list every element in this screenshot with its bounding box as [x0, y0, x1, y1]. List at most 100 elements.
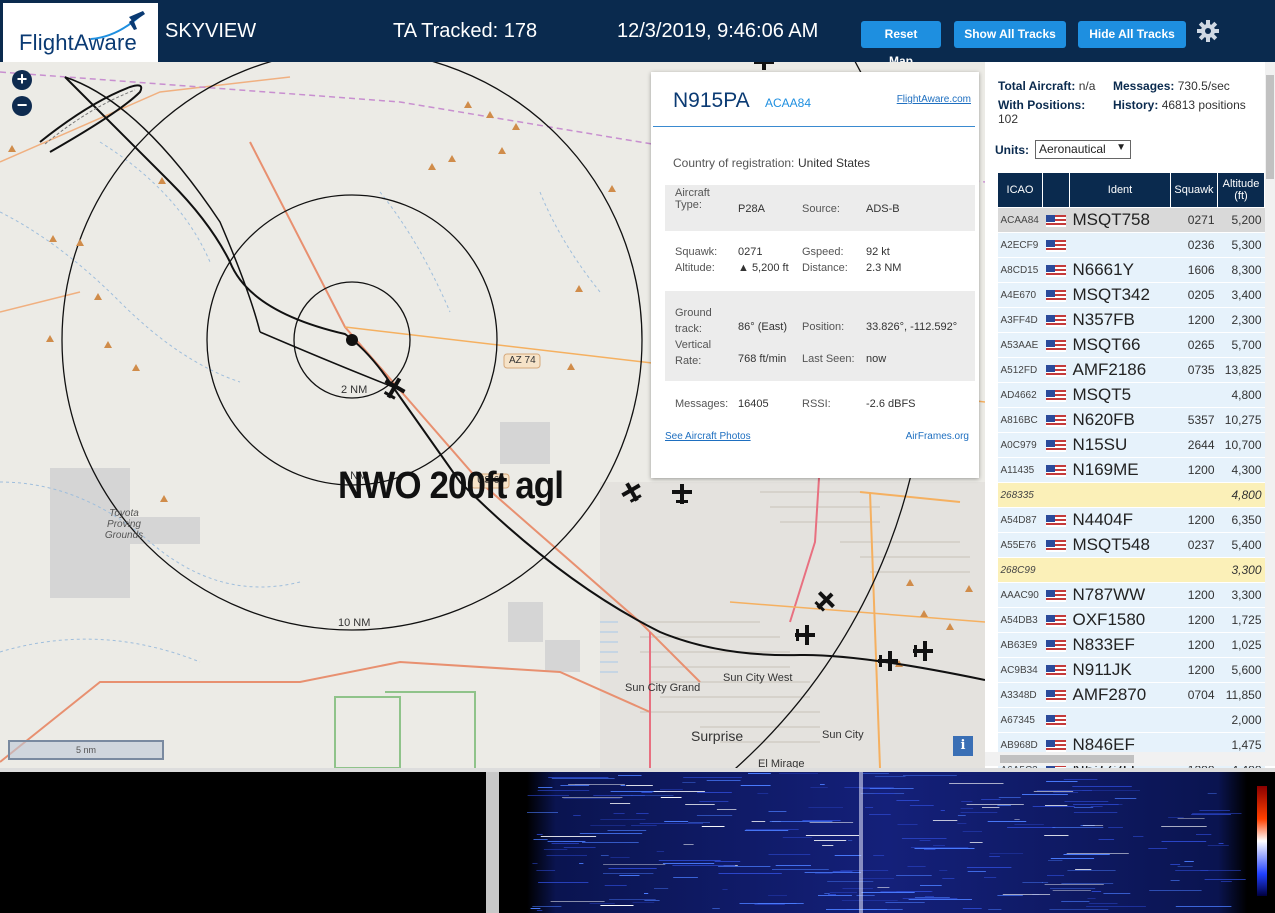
col-flag[interactable] — [1042, 172, 1070, 208]
table-row[interactable]: AAAC90 N787WW 1200 3,300 — [997, 582, 1265, 608]
waterfall-streak — [820, 784, 825, 785]
table-row[interactable]: A67345 2,000 — [997, 707, 1265, 733]
table-row[interactable]: A53AAE MSQT66 0265 5,700 — [997, 332, 1265, 358]
waterfall-streak — [810, 787, 828, 788]
app-name: SKYVIEW — [165, 20, 257, 42]
waterfall-streak — [896, 891, 932, 892]
aircraft-photos-link[interactable]: See Aircraft Photos — [665, 431, 751, 442]
gear-icon[interactable] — [1196, 19, 1220, 43]
airframes-link[interactable]: AirFrames.org — [906, 431, 969, 442]
waterfall-streak — [590, 825, 626, 826]
waterfall-streak — [861, 892, 915, 893]
aircraft-icon[interactable] — [813, 589, 837, 613]
waterfall-streak — [775, 865, 811, 866]
table-row[interactable]: 268335 4,800 — [997, 482, 1265, 508]
table-row[interactable]: A11435 N169ME 1200 4,300 — [997, 457, 1265, 483]
with-positions: With Positions: 102 — [998, 98, 1103, 126]
table-row[interactable]: AD4662 MSQT5 4,800 — [997, 382, 1265, 408]
table-row[interactable]: 268C99 3,300 — [997, 557, 1265, 583]
horizontal-scroll-thumb[interactable] — [1000, 755, 1134, 763]
col-icao[interactable]: ICAO — [997, 172, 1043, 208]
range-label-2nm: 2 NM — [341, 384, 368, 396]
aircraft-icon[interactable] — [670, 482, 694, 506]
waterfall-streak — [869, 788, 914, 789]
waterfall-streak — [653, 791, 705, 792]
reset-map-button[interactable]: Reset Map — [861, 21, 941, 68]
zoom-in-button[interactable]: + — [12, 70, 32, 90]
table-row[interactable]: A8CD15 N6661Y 1606 8,300 — [997, 257, 1265, 283]
us-flag-icon — [1045, 514, 1066, 527]
waterfall-streak — [538, 882, 589, 883]
col-squawk[interactable]: Squawk — [1170, 172, 1218, 208]
popup-icao[interactable]: ACAA84 — [765, 96, 811, 110]
waterfall-streak — [533, 839, 548, 840]
altitude-cell: 4,800 — [1217, 482, 1265, 508]
waterfall-streak — [1063, 854, 1110, 855]
waterfall-streak — [1207, 845, 1229, 846]
flightaware-link[interactable]: FlightAware.com — [897, 94, 971, 105]
waterfall-streak — [901, 838, 947, 839]
waterfall-streak — [1161, 826, 1207, 827]
waterfall-streak — [808, 807, 843, 808]
waterfall-streak — [672, 865, 736, 866]
table-row[interactable]: ACAA84 MSQT758 0271 5,200 — [997, 207, 1265, 233]
zoom-out-button[interactable]: − — [12, 96, 32, 116]
waterfall-streak — [1044, 884, 1104, 885]
waterfall-streak — [827, 881, 874, 882]
table-row[interactable]: A3348D AMF2870 0704 11,850 — [997, 682, 1265, 708]
table-row[interactable]: A55E76 MSQT548 0237 5,400 — [997, 532, 1265, 558]
waterfall-streak — [685, 804, 715, 805]
table-row[interactable]: A2ECF9 0236 5,300 — [997, 232, 1265, 258]
waterfall-streak — [745, 829, 799, 830]
flag-cell — [1042, 457, 1070, 483]
table-row[interactable]: A816BC N620FB 5357 10,275 — [997, 407, 1265, 433]
waterfall-streak — [962, 908, 982, 909]
hide-all-tracks-button[interactable]: Hide All Tracks — [1078, 21, 1186, 48]
panel-divider-handle[interactable] — [486, 772, 499, 913]
altitude-cell: 13,825 — [1217, 357, 1265, 383]
waterfall-streak — [822, 845, 834, 846]
table-row[interactable]: A512FD AMF2186 0735 13,825 — [997, 357, 1265, 383]
units-select[interactable]: Aeronautical ▼ — [1035, 140, 1131, 159]
aircraft-icon[interactable] — [793, 623, 817, 647]
icao-cell: AB63E9 — [997, 632, 1043, 658]
vertical-scroll-thumb[interactable] — [1266, 75, 1274, 179]
col-altitude[interactable]: Altitude (ft) — [1217, 172, 1265, 208]
waterfall-streak — [903, 775, 957, 776]
squawk-cell: 0704 — [1170, 682, 1218, 708]
show-all-tracks-button[interactable]: Show All Tracks — [954, 21, 1066, 48]
waterfall-streak — [826, 909, 888, 910]
selected-aircraft-icon[interactable] — [381, 375, 407, 401]
table-row[interactable]: A3FF4D N357FB 1200 2,300 — [997, 307, 1265, 333]
icao-cell: A4E670 — [997, 282, 1043, 308]
col-ident[interactable]: Ident — [1069, 172, 1171, 208]
gspeed-label: Gspeed: — [802, 246, 844, 258]
table-row[interactable]: A54DB3 OXF1580 1200 1,725 — [997, 607, 1265, 633]
waterfall-graphic — [527, 772, 1267, 913]
table-row[interactable]: A4E670 MSQT342 0205 3,400 — [997, 282, 1265, 308]
table-row[interactable]: A54D87 N4404F 1200 6,350 — [997, 507, 1265, 533]
waterfall-streak — [751, 821, 766, 822]
flag-cell — [1042, 432, 1070, 458]
waterfall-streak — [644, 900, 660, 901]
waterfall-streak — [848, 840, 853, 841]
altitude-cell: 3,300 — [1217, 582, 1265, 608]
flightaware-logo[interactable]: FlightAware — [3, 3, 158, 62]
aircraft-icon[interactable] — [911, 639, 935, 663]
waterfall-streak — [1103, 893, 1131, 894]
waterfall-streak — [841, 900, 898, 901]
waterfall-streak — [696, 815, 733, 816]
table-row[interactable]: A0C979 N15SU 2644 10,700 — [997, 432, 1265, 458]
altitude-cell: 5,600 — [1217, 657, 1265, 683]
waterfall-streak — [988, 909, 1002, 910]
flag-cell — [1042, 482, 1070, 508]
table-row[interactable]: AC9B34 N911JK 1200 5,600 — [997, 657, 1265, 683]
table-row[interactable]: AB63E9 N833EF 1200 1,025 — [997, 632, 1265, 658]
ident-cell: N15SU — [1069, 432, 1171, 458]
distance-label: Distance: — [802, 262, 848, 274]
aircraft-icon[interactable] — [620, 480, 644, 504]
flag-cell — [1042, 657, 1070, 683]
flag-cell — [1042, 707, 1070, 733]
aircraft-icon[interactable] — [876, 649, 900, 673]
info-button[interactable]: i — [953, 736, 973, 756]
